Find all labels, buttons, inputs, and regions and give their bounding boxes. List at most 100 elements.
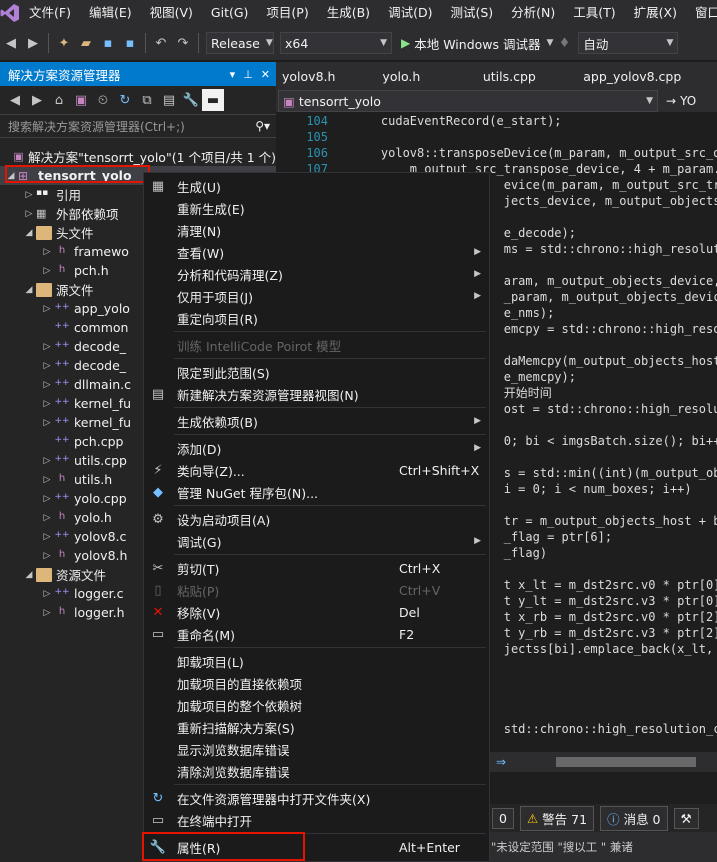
- menu-3[interactable]: Git(G): [202, 0, 258, 26]
- collapse-all-icon[interactable]: ⧉: [136, 89, 158, 111]
- preview-icon[interactable]: ▬: [202, 89, 224, 111]
- undo-icon[interactable]: ↶: [150, 32, 172, 54]
- configuration-dropdown[interactable]: Release ▼: [206, 32, 274, 54]
- expander-icon[interactable]: ▷: [40, 608, 54, 618]
- context-menu-item[interactable]: 重定向项目(R): [144, 307, 489, 329]
- platform-dropdown[interactable]: x64 ▼: [280, 32, 392, 54]
- expander-icon[interactable]: ▷: [40, 342, 54, 352]
- expander-icon[interactable]: ▷: [40, 418, 54, 428]
- expander-icon[interactable]: ▷: [40, 475, 54, 485]
- auto-dropdown[interactable]: 自动 ▼: [578, 32, 679, 54]
- context-menu-item[interactable]: 🔧 属性(R) Alt+Enter: [144, 836, 489, 858]
- menu-9[interactable]: 工具(T): [564, 0, 624, 26]
- expander-icon[interactable]: ▷: [40, 456, 54, 466]
- warnings-filter[interactable]: ⚠ 警告 71: [519, 805, 595, 831]
- expander-icon[interactable]: ◢: [22, 228, 36, 238]
- menu-5[interactable]: 生成(B): [318, 0, 379, 26]
- expander-icon[interactable]: ◢: [22, 285, 36, 295]
- menu-8[interactable]: 分析(N): [502, 0, 564, 26]
- search-input[interactable]: 搜索解决方案资源管理器(Ctrl+;): [8, 118, 185, 135]
- context-menu-item[interactable]: ✕ 移除(V) Del: [144, 601, 489, 623]
- expander-icon[interactable]: ▷: [40, 304, 54, 314]
- refresh-icon[interactable]: ↻: [114, 89, 136, 111]
- context-menu-item[interactable]: ▭ 重命名(M) F2: [144, 623, 489, 645]
- menu-6[interactable]: 调试(D): [379, 0, 441, 26]
- back-icon[interactable]: ◀: [0, 32, 22, 54]
- context-menu-item[interactable]: 加载项目的整个依赖树: [144, 694, 489, 716]
- expander-icon[interactable]: ▷: [40, 494, 54, 504]
- scope-dropdown[interactable]: ▣ tensorrt_yolo ▼: [278, 90, 658, 112]
- editor-tab[interactable]: yolov8.h: [276, 69, 376, 84]
- horizontal-scrollbar[interactable]: ⇒: [490, 752, 717, 772]
- context-menu-item[interactable]: ⚙ 设为启动项目(A): [144, 508, 489, 530]
- expander-icon[interactable]: ▷: [40, 399, 54, 409]
- start-debugger-button[interactable]: ▶ 本地 Windows 调试器 ▼: [401, 34, 553, 53]
- editor-tab[interactable]: utils.cpp: [477, 69, 577, 84]
- context-menu-item[interactable]: 加载项目的直接依赖项: [144, 672, 489, 694]
- context-menu-item[interactable]: 清除浏览数据库错误: [144, 760, 489, 782]
- messages-filter[interactable]: ⓘ 消息 0: [600, 805, 668, 831]
- context-menu-item[interactable]: 分析和代码清理(Z) ▶: [144, 263, 489, 285]
- pin-icon[interactable]: ⊥: [243, 68, 253, 81]
- context-menu-item[interactable]: 添加(D) ▶: [144, 437, 489, 459]
- redo-icon[interactable]: ↷: [172, 32, 194, 54]
- expander-icon[interactable]: ▷: [40, 380, 54, 390]
- search-box[interactable]: 搜索解决方案资源管理器(Ctrl+;) ⚲▾: [0, 115, 276, 138]
- context-menu-item[interactable]: 查看(W) ▶: [144, 241, 489, 263]
- switch-views-icon[interactable]: ▣: [70, 89, 92, 111]
- menu-1[interactable]: 编辑(E): [80, 0, 141, 26]
- context-menu-item[interactable]: ✂ 剪切(T) Ctrl+X: [144, 557, 489, 579]
- context-menu-item[interactable]: ▤ 新建解决方案资源管理器视图(N): [144, 383, 489, 405]
- forward-icon[interactable]: ▶: [22, 32, 44, 54]
- expander-icon[interactable]: ◢: [22, 570, 36, 580]
- expander-icon[interactable]: ▷: [40, 361, 54, 371]
- menu-10[interactable]: 扩展(X): [625, 0, 686, 26]
- menu-4[interactable]: 项目(P): [257, 0, 317, 26]
- new-item-icon[interactable]: ✦: [53, 32, 75, 54]
- dropdown-arrow-icon[interactable]: ▾: [230, 68, 236, 81]
- context-menu-item[interactable]: ↻ 在文件资源管理器中打开文件夹(X): [144, 787, 489, 809]
- expander-icon[interactable]: ▷: [40, 589, 54, 599]
- pending-changes-icon[interactable]: ⏲: [92, 89, 114, 111]
- expander-icon[interactable]: ▷: [40, 551, 54, 561]
- context-menu-item[interactable]: 生成依赖项(B) ▶: [144, 410, 489, 432]
- context-menu-item[interactable]: 限定到此范围(S): [144, 361, 489, 383]
- context-menu-item[interactable]: 重新生成(E): [144, 197, 489, 219]
- expander-icon[interactable]: ◢: [4, 171, 18, 181]
- expander-icon[interactable]: ▷: [22, 190, 36, 200]
- context-menu-item[interactable]: ▭ 在终端中打开: [144, 809, 489, 831]
- forward-icon[interactable]: ▶: [26, 89, 48, 111]
- context-menu-item[interactable]: 卸载项目(L): [144, 650, 489, 672]
- save-icon[interactable]: ▪: [97, 32, 119, 54]
- flame-icon[interactable]: ♦: [553, 32, 575, 54]
- save-all-icon[interactable]: ▪: [119, 32, 141, 54]
- menu-11[interactable]: 窗口: [686, 0, 717, 26]
- context-menu-item[interactable]: ▦ 生成(U): [144, 175, 489, 197]
- properties-wrench-icon[interactable]: 🔧: [180, 89, 202, 111]
- menu-7[interactable]: 测试(S): [441, 0, 502, 26]
- filter-icon[interactable]: ⚒: [673, 807, 699, 829]
- expander-icon[interactable]: ▷: [40, 532, 54, 542]
- context-menu-item[interactable]: 清理(N): [144, 219, 489, 241]
- menu-2[interactable]: 视图(V): [141, 0, 202, 26]
- menu-0[interactable]: 文件(F): [20, 0, 80, 26]
- context-menu-item[interactable]: 显示浏览数据库错误: [144, 738, 489, 760]
- member-dropdown[interactable]: → YO: [666, 94, 696, 108]
- expander-icon[interactable]: ▷: [40, 513, 54, 523]
- scroll-thumb[interactable]: [556, 757, 697, 767]
- expander-icon[interactable]: ▷: [40, 247, 54, 257]
- editor-tab[interactable]: app_yolov8.cpp: [577, 69, 717, 84]
- show-all-files-icon[interactable]: ▤: [158, 89, 180, 111]
- errors-filter[interactable]: 0: [492, 807, 514, 829]
- editor-tab[interactable]: yolo.h: [376, 69, 476, 84]
- tree-item[interactable]: ▣ 解决方案"tensorrt_yolo"(1 个项目/共 1 个): [0, 147, 276, 166]
- context-menu-item[interactable]: ◆ 管理 NuGet 程序包(N)...: [144, 481, 489, 503]
- context-menu-item[interactable]: ⚡ 类向导(Z)... Ctrl+Shift+X: [144, 459, 489, 481]
- expander-icon[interactable]: ▷: [40, 266, 54, 276]
- arrow-right-icon[interactable]: ⇒: [496, 755, 506, 769]
- home-icon[interactable]: ⌂: [48, 89, 70, 111]
- open-folder-icon[interactable]: ▰: [75, 32, 97, 54]
- back-icon[interactable]: ◀: [4, 89, 26, 111]
- search-icon[interactable]: ⚲▾: [255, 119, 270, 133]
- context-menu-item[interactable]: 仅用于项目(J) ▶: [144, 285, 489, 307]
